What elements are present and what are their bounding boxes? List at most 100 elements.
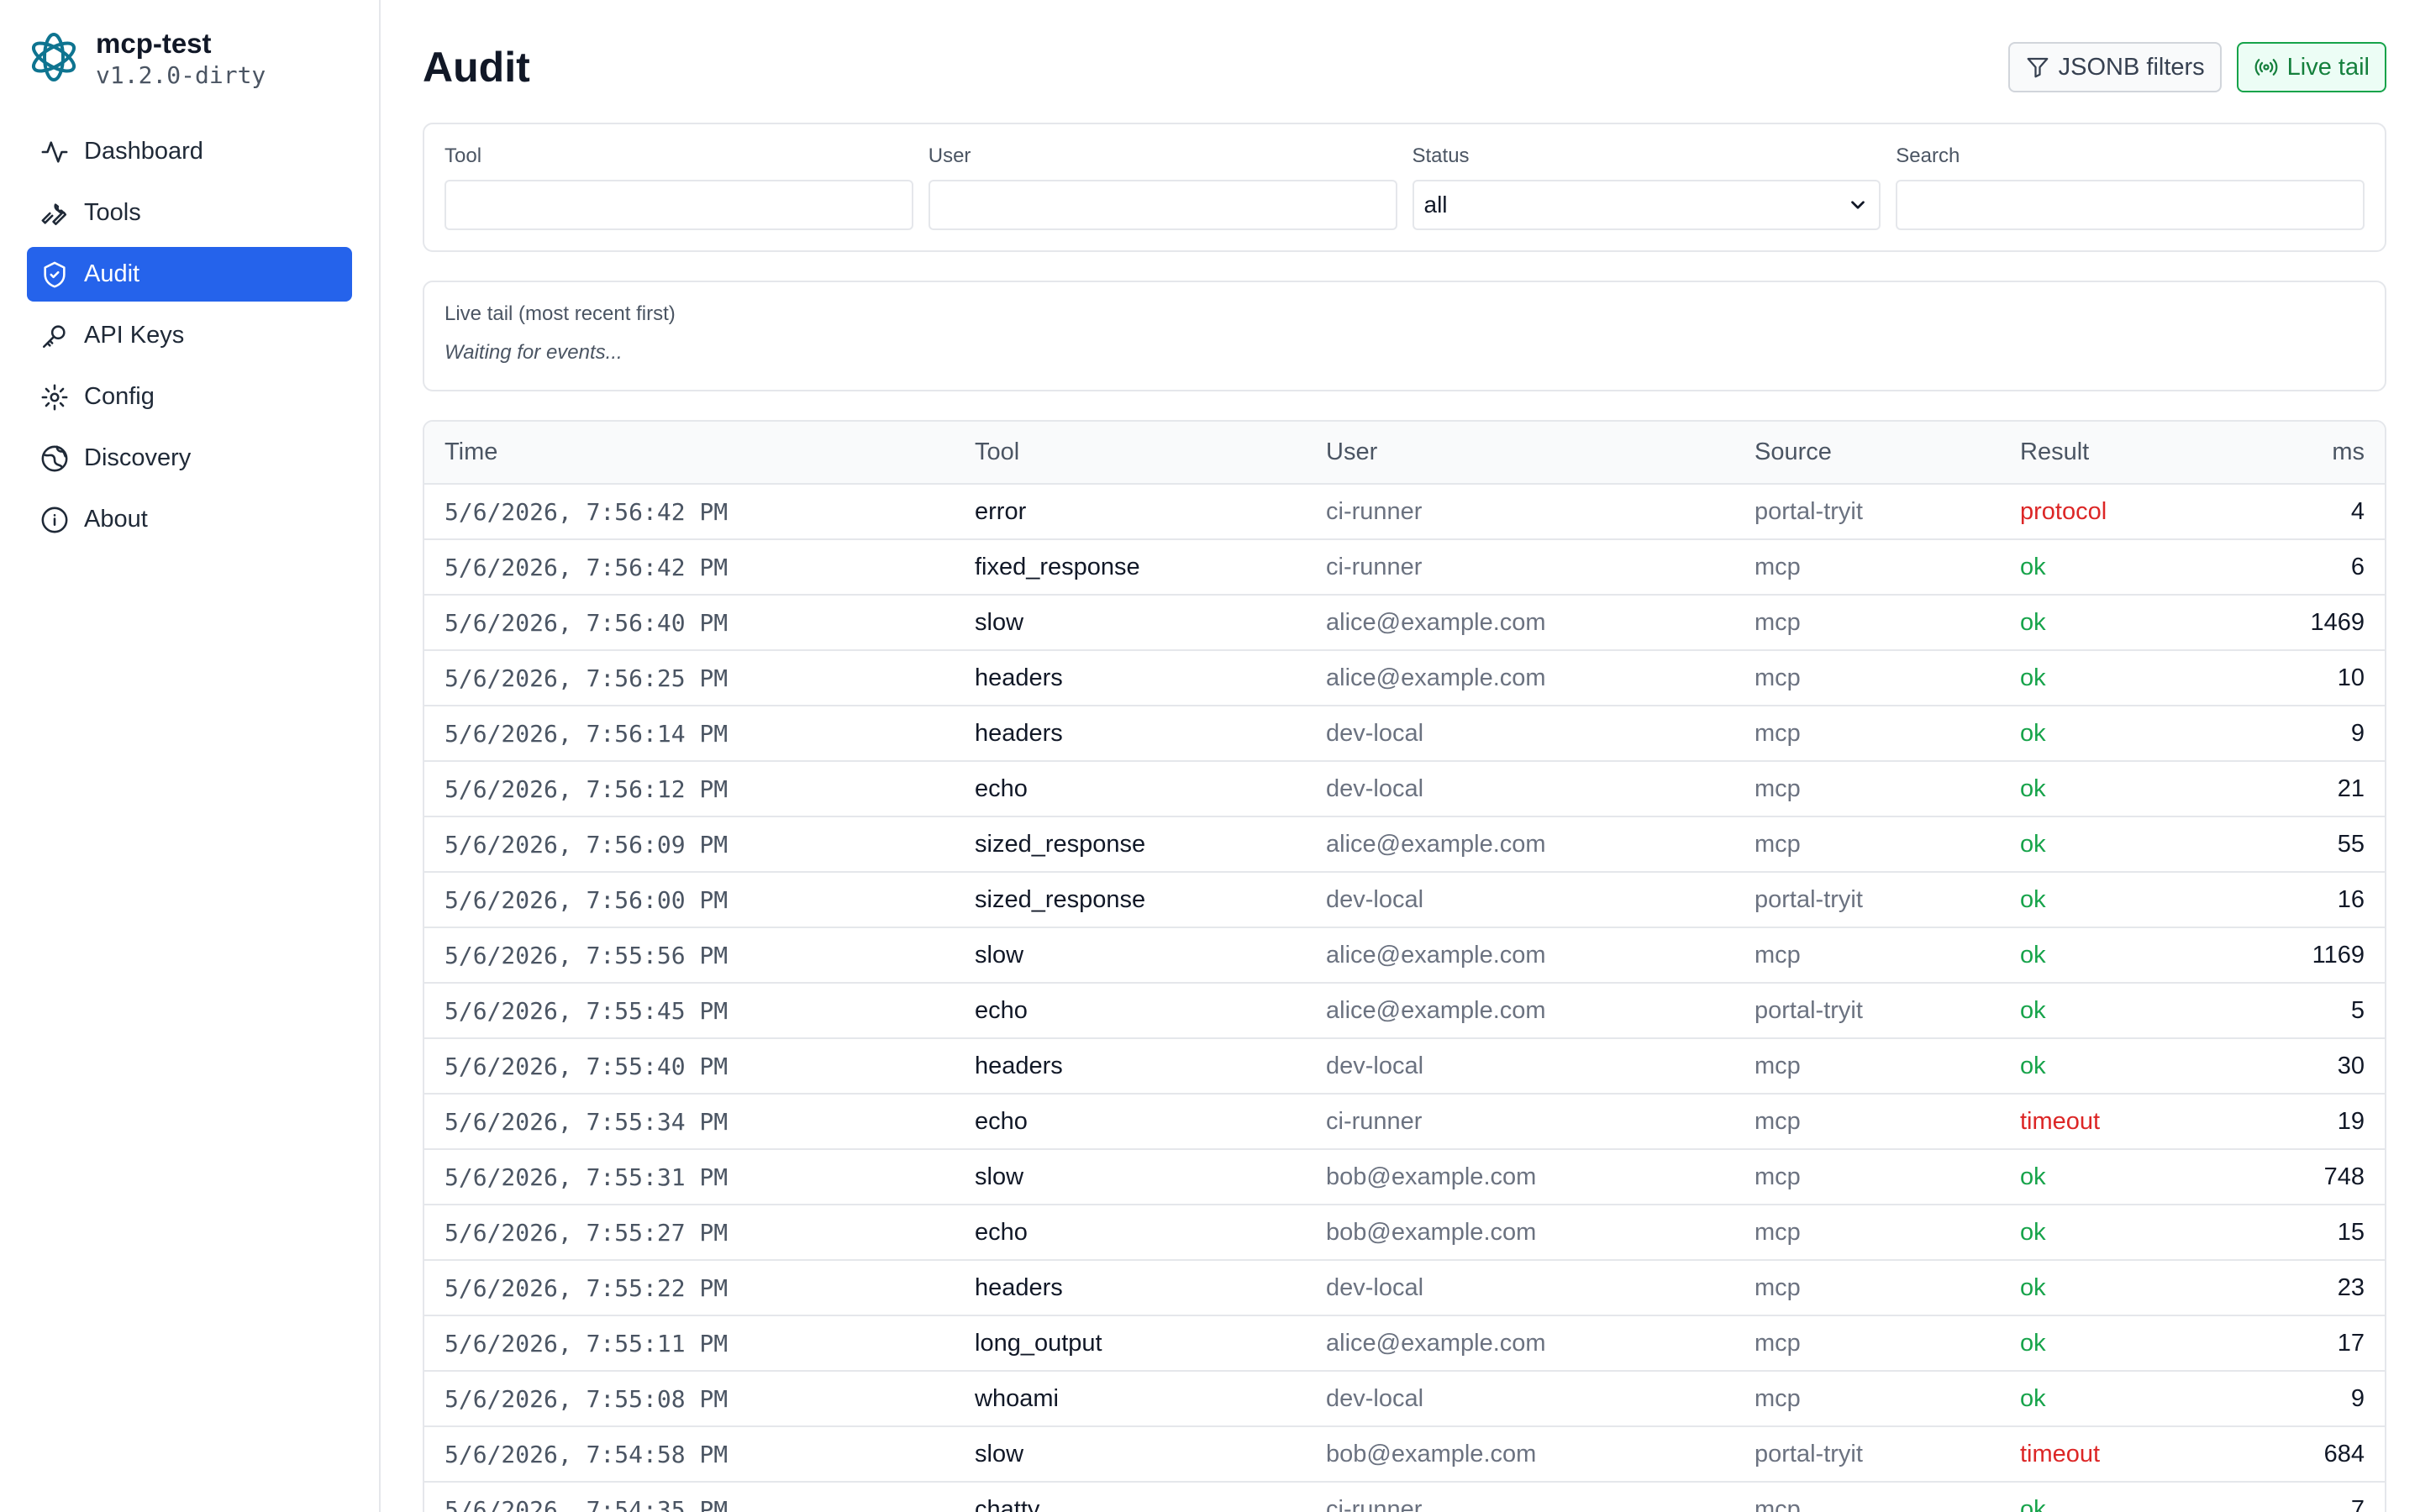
cell-user: dev-local xyxy=(1306,1260,1734,1316)
sidebar-item-label: Audit xyxy=(84,260,140,287)
cell-result: timeout xyxy=(2000,1094,2252,1150)
chevron-down-icon xyxy=(1851,201,1865,209)
live-tail-label: Live tail xyxy=(2286,53,2370,81)
sidebar-item-label: Discovery xyxy=(84,444,192,471)
sidebar-item-config[interactable]: Config xyxy=(27,370,352,424)
sidebar-item-api-keys[interactable]: API Keys xyxy=(27,308,352,363)
cell-tool: error xyxy=(955,484,1306,540)
cell-time: 5/6/2026, 7:56:14 PM xyxy=(424,706,955,762)
cell-tool: headers xyxy=(955,1038,1306,1095)
live-tail-panel: Live tail (most recent first) Waiting fo… xyxy=(423,281,2386,391)
sidebar-item-discovery[interactable]: Discovery xyxy=(27,431,352,486)
table-row[interactable]: 5/6/2026, 7:54:35 PM chatty ci-runner mcp ok… xyxy=(424,1482,2385,1512)
table-row[interactable]: 5/6/2026, 7:55:31 PM slow bob@example.com m… xyxy=(424,1149,2385,1205)
table-row[interactable]: 5/6/2026, 7:56:09 PM sized_response alice@… xyxy=(424,816,2385,873)
column-header-user[interactable]: User xyxy=(1306,422,1734,485)
sidebar-item-dashboard[interactable]: Dashboard xyxy=(27,124,352,179)
tool-filter: Tool xyxy=(445,144,913,230)
tool-filter-label: Tool xyxy=(445,144,482,167)
cell-ms: 7 xyxy=(2252,1482,2385,1512)
table-row[interactable]: 5/6/2026, 7:56:40 PM slow alice@example.co… xyxy=(424,595,2385,651)
user-filter-input[interactable] xyxy=(928,180,1397,230)
cell-result: ok xyxy=(2000,983,2252,1039)
brand-version: v1.2.0-dirty xyxy=(96,61,266,89)
cell-result: ok xyxy=(2000,816,2252,873)
column-header-tool[interactable]: Tool xyxy=(955,422,1306,485)
jsonb-filters-label: JSONB filters xyxy=(2058,53,2205,81)
column-header-result[interactable]: Result xyxy=(2000,422,2252,485)
cell-time: 5/6/2026, 7:54:58 PM xyxy=(424,1426,955,1483)
jsonb-filters-button[interactable]: JSONB filters xyxy=(2007,42,2222,92)
table-row[interactable]: 5/6/2026, 7:56:42 PM error ci-runner portal… xyxy=(424,484,2385,540)
cell-tool: echo xyxy=(955,1205,1306,1261)
table-row[interactable]: 5/6/2026, 7:54:58 PM slow bob@example.com p… xyxy=(424,1426,2385,1483)
cell-user: ci-runner xyxy=(1306,1482,1734,1512)
cell-result: ok xyxy=(2000,539,2252,596)
brand-name: mcp-test xyxy=(96,28,212,59)
column-header-source[interactable]: Source xyxy=(1734,422,2000,485)
cell-result: ok xyxy=(2000,1371,2252,1427)
cell-source: portal-tryit xyxy=(1734,872,2000,928)
user-filter-label: User xyxy=(928,144,971,167)
cell-result: ok xyxy=(2000,1260,2252,1316)
tool-filter-input[interactable] xyxy=(445,180,913,230)
sidebar-item-label: Dashboard xyxy=(84,138,203,165)
cell-source: mcp xyxy=(1734,1315,2000,1372)
user-filter: User xyxy=(928,144,1397,230)
cell-user: dev-local xyxy=(1306,706,1734,762)
search-filter-label: Search xyxy=(1896,144,1960,167)
table-row[interactable]: 5/6/2026, 7:55:34 PM echo ci-runner mcp time… xyxy=(424,1094,2385,1150)
table-row[interactable]: 5/6/2026, 7:55:22 PM headers dev-local mcp o… xyxy=(424,1260,2385,1316)
sidebar-item-about[interactable]: About xyxy=(27,492,352,547)
cell-tool: headers xyxy=(955,706,1306,762)
cell-source: mcp xyxy=(1734,1260,2000,1316)
cell-time: 5/6/2026, 7:56:42 PM xyxy=(424,484,955,540)
shield-icon xyxy=(44,261,66,287)
cell-source: portal-tryit xyxy=(1734,983,2000,1039)
live-tail-title: Live tail (most recent first) xyxy=(445,302,676,325)
table-row[interactable]: 5/6/2026, 7:56:25 PM headers alice@example… xyxy=(424,650,2385,706)
cell-time: 5/6/2026, 7:56:12 PM xyxy=(424,761,955,817)
cell-time: 5/6/2026, 7:56:00 PM xyxy=(424,872,955,928)
cell-time: 5/6/2026, 7:56:42 PM xyxy=(424,539,955,596)
sidebar-item-audit[interactable]: Audit xyxy=(27,247,352,302)
table-row[interactable]: 5/6/2026, 7:56:14 PM headers dev-local mcp o… xyxy=(424,706,2385,762)
table-row[interactable]: 5/6/2026, 7:55:45 PM echo alice@example.co… xyxy=(424,983,2385,1039)
table-row[interactable]: 5/6/2026, 7:55:40 PM headers dev-local mcp o… xyxy=(424,1038,2385,1095)
search-input[interactable] xyxy=(1896,180,2365,230)
sidebar-item-tools[interactable]: Tools xyxy=(27,186,352,240)
table-row[interactable]: 5/6/2026, 7:56:42 PM fixed_response ci-run… xyxy=(424,539,2385,596)
status-select-value: all xyxy=(1423,192,1448,218)
table-row[interactable]: 5/6/2026, 7:55:56 PM slow alice@example.co… xyxy=(424,927,2385,984)
cell-time: 5/6/2026, 7:55:11 PM xyxy=(424,1315,955,1372)
cell-result: timeout xyxy=(2000,1426,2252,1483)
cell-ms: 6 xyxy=(2252,539,2385,596)
cell-result: ok xyxy=(2000,1149,2252,1205)
cell-source: mcp xyxy=(1734,761,2000,817)
status-select[interactable]: all xyxy=(1412,180,1881,230)
cell-time: 5/6/2026, 7:56:25 PM xyxy=(424,650,955,706)
table-row[interactable]: 5/6/2026, 7:55:27 PM echo bob@example.com m… xyxy=(424,1205,2385,1261)
cell-tool: slow xyxy=(955,927,1306,984)
cell-ms: 55 xyxy=(2252,816,2385,873)
logo-icon xyxy=(31,33,76,81)
cell-source: mcp xyxy=(1734,1205,2000,1261)
sidebar-item-label: About xyxy=(84,506,148,533)
cell-source: mcp xyxy=(1734,595,2000,651)
cell-time: 5/6/2026, 7:55:31 PM xyxy=(424,1149,955,1205)
cell-ms: 15 xyxy=(2252,1205,2385,1261)
column-header-time[interactable]: Time xyxy=(424,422,955,485)
info-icon xyxy=(41,507,68,533)
cell-user: alice@example.com xyxy=(1306,650,1734,706)
live-tail-button[interactable]: Live tail xyxy=(2236,42,2386,92)
cell-ms: 17 xyxy=(2252,1315,2385,1372)
audit-table-body: 5/6/2026, 7:56:42 PM error ci-runner portal… xyxy=(424,484,2385,1512)
column-header-ms[interactable]: ms xyxy=(2252,422,2385,485)
table-row[interactable]: 5/6/2026, 7:56:00 PM sized_response dev-lo… xyxy=(424,872,2385,928)
table-row[interactable]: 5/6/2026, 7:55:11 PM long_output alice@exa… xyxy=(424,1315,2385,1372)
audit-table: Time Tool User Source Result ms 5/6/2026… xyxy=(424,422,2385,1512)
cell-time: 5/6/2026, 7:55:45 PM xyxy=(424,983,955,1039)
table-row[interactable]: 5/6/2026, 7:55:08 PM whoami dev-local mcp ok… xyxy=(424,1371,2385,1427)
table-row[interactable]: 5/6/2026, 7:56:12 PM echo dev-local mcp ok 21 xyxy=(424,761,2385,817)
cell-tool: slow xyxy=(955,595,1306,651)
